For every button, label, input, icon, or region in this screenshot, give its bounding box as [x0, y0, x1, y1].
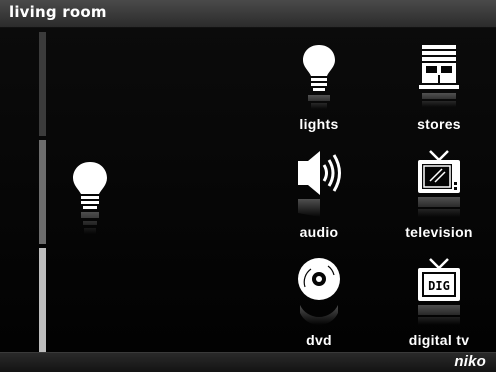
tile-digital-tv[interactable]: DIG digital tv [391, 249, 487, 353]
scroll-segment-3[interactable] [39, 248, 46, 352]
tile-dvd[interactable]: dvd [271, 249, 367, 353]
niko-touchscreen: living room lights stores audio televisi… [0, 0, 496, 372]
blinds-icon [419, 45, 459, 107]
dig-text: DIG [428, 279, 450, 293]
disc-icon [298, 258, 340, 326]
footer-bar: niko [0, 352, 496, 372]
tile-television[interactable]: television [391, 141, 487, 245]
tile-label: digital tv [408, 332, 470, 348]
tile-audio[interactable]: audio [271, 141, 367, 245]
room-title: living room [9, 3, 107, 21]
tile-label: audio [299, 224, 339, 240]
lightbulb-icon [303, 45, 335, 109]
tile-lights[interactable]: lights [271, 33, 367, 137]
niko-logo: niko [454, 353, 486, 370]
tile-stores[interactable]: stores [391, 33, 487, 137]
scroll-segment-2[interactable] [39, 140, 46, 244]
tv-icon [418, 150, 460, 217]
tile-label: stores [417, 116, 461, 132]
speaker-icon [298, 151, 341, 217]
scroll-segment-1[interactable] [39, 32, 46, 136]
tile-label: lights [299, 116, 339, 132]
tile-label: dvd [306, 332, 332, 348]
title-bar: living room [0, 0, 496, 28]
selected-lightbulb-icon [73, 162, 107, 234]
tile-label: television [405, 224, 473, 240]
digital-tv-icon: DIG [418, 258, 460, 325]
